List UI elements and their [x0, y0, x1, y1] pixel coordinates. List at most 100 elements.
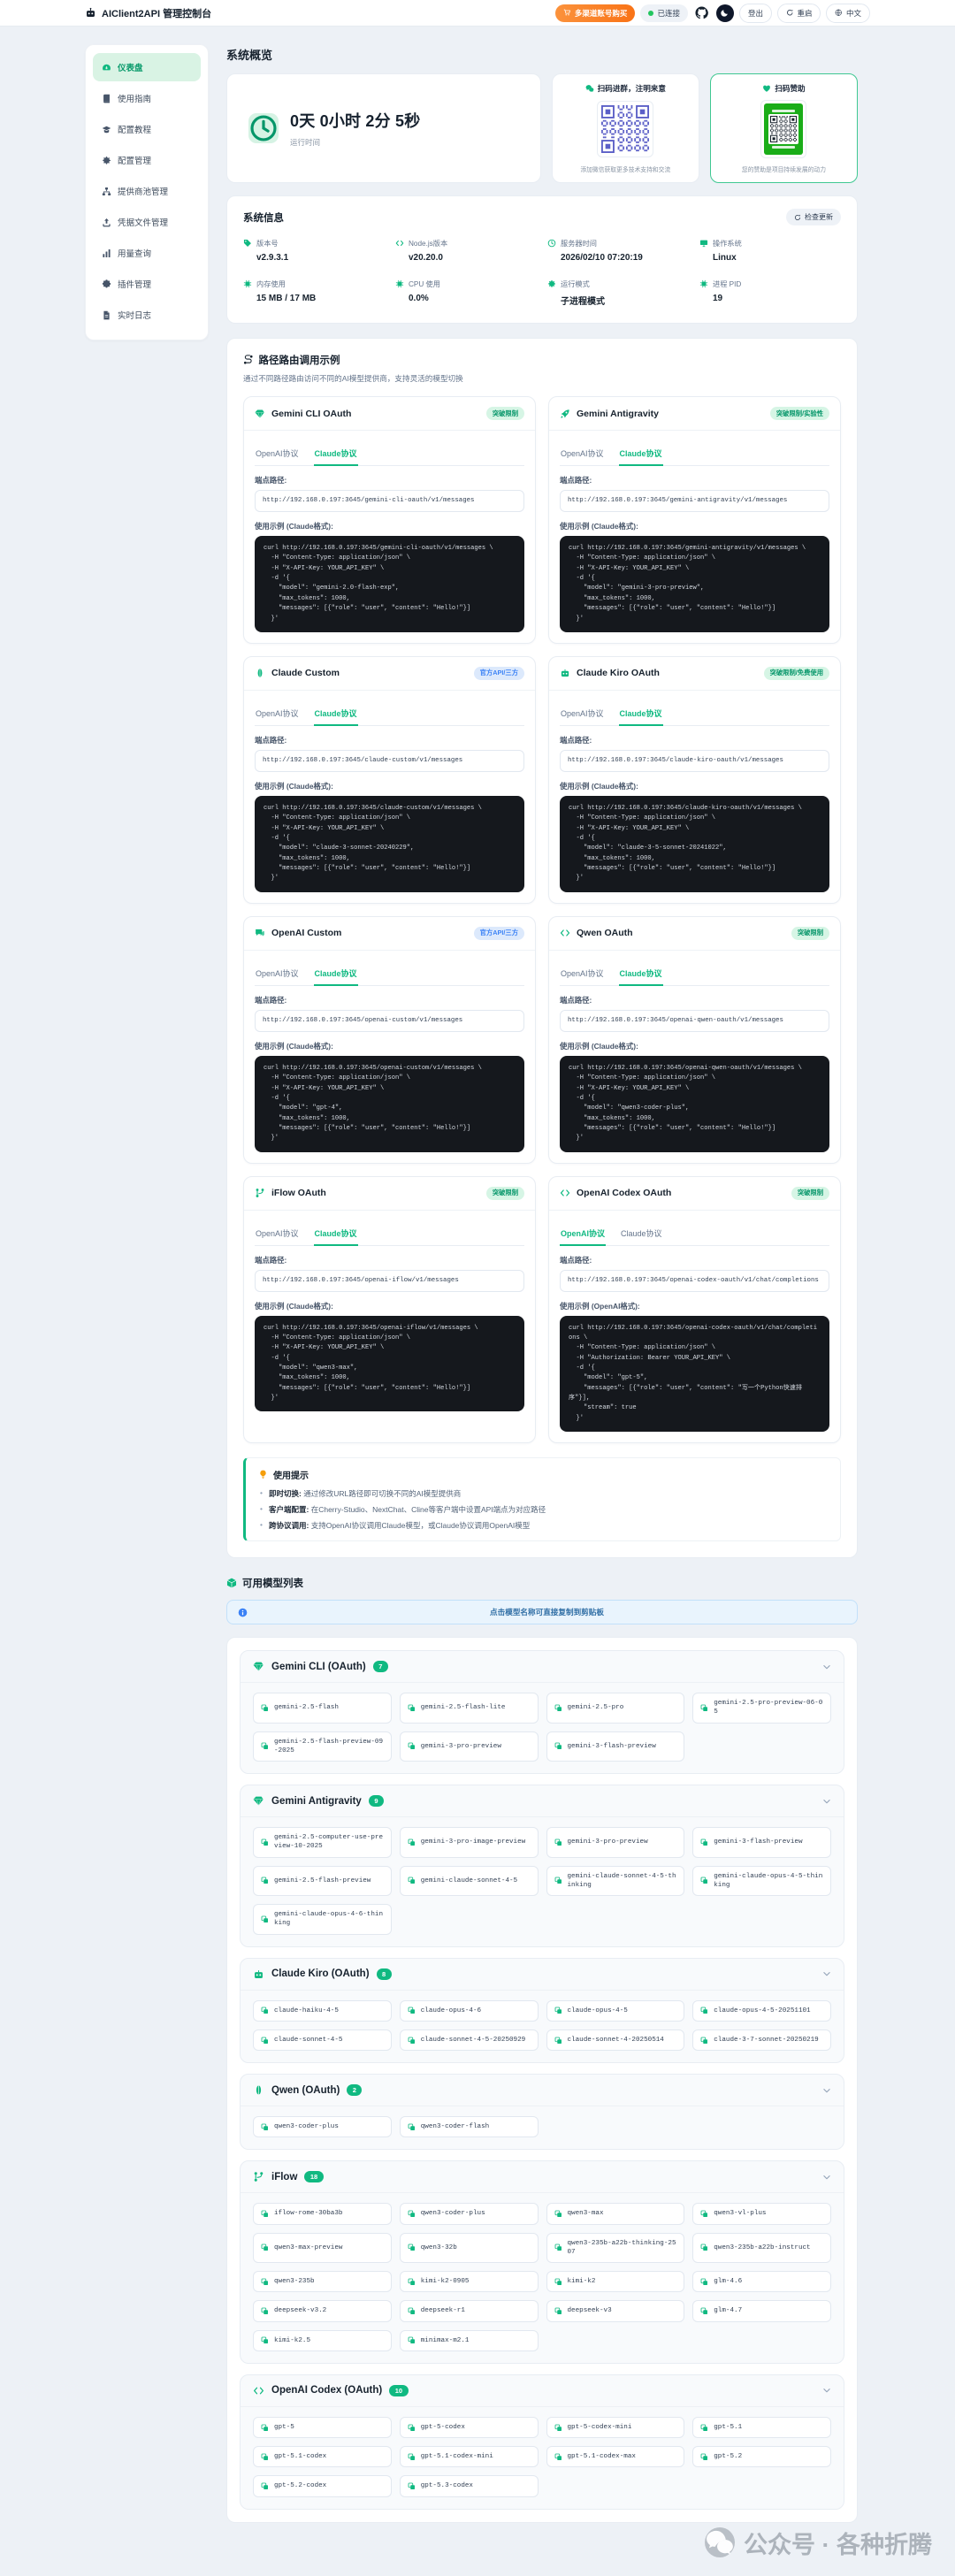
curl-example-code[interactable]: curl http://192.168.0.197:3645/openai-qw…	[560, 1055, 829, 1152]
model-chip[interactable]: gpt-5.1	[692, 2416, 831, 2439]
model-chip[interactable]: gemini-2.5-pro	[546, 1693, 685, 1724]
model-group-header[interactable]: OpenAI Codex (OAuth) 10	[241, 2375, 844, 2407]
curl-example-code[interactable]: curl http://192.168.0.197:3645/claude-ki…	[560, 795, 829, 892]
model-chip[interactable]: qwen3-max-preview	[253, 2232, 392, 2264]
model-chip[interactable]: deepseek-v3.2	[253, 2300, 392, 2322]
model-chip[interactable]: gemini-3-pro-preview	[399, 1731, 539, 1762]
sidebar-item-guide[interactable]: 使用指南	[93, 84, 201, 112]
model-chip[interactable]: qwen3-235b-a22b-instruct	[692, 2232, 831, 2264]
tab-claude-protocol[interactable]: Claude协议	[618, 703, 663, 726]
tab-openai-protocol[interactable]: OpenAI协议	[255, 443, 300, 466]
tab-openai-protocol[interactable]: OpenAI协议	[560, 963, 605, 986]
model-chip[interactable]: gpt-5.3-codex	[399, 2475, 539, 2497]
restart-button[interactable]: 重启	[776, 3, 821, 23]
endpoint-url[interactable]: http://192.168.0.197:3645/openai-qwen-oa…	[560, 1009, 829, 1032]
model-chip[interactable]: gemini-2.5-computer-use-preview-10-2025	[253, 1827, 392, 1858]
model-group-header[interactable]: Claude Kiro (OAuth) 8	[241, 1959, 844, 1991]
model-chip[interactable]: qwen3-32b	[399, 2232, 539, 2264]
sidebar-item-credentials[interactable]: 凭据文件管理	[93, 208, 201, 236]
curl-example-code[interactable]: curl http://192.168.0.197:3645/gemini-cl…	[255, 536, 524, 632]
model-chip[interactable]: gpt-5.2-codex	[253, 2475, 392, 2497]
sidebar-item-provider-pool[interactable]: 提供商池管理	[93, 177, 201, 205]
tab-claude-protocol[interactable]: Claude协议	[313, 443, 358, 466]
sidebar-item-dashboard[interactable]: 仪表盘	[93, 53, 201, 81]
curl-example-code[interactable]: curl http://192.168.0.197:3645/openai-co…	[560, 1315, 829, 1433]
model-chip[interactable]: qwen3-coder-plus	[253, 2116, 392, 2138]
model-group-header[interactable]: iFlow 18	[241, 2161, 844, 2194]
model-chip[interactable]: claude-3-7-sonnet-20250219	[692, 2029, 831, 2052]
tab-openai-protocol[interactable]: OpenAI协议	[255, 1223, 300, 1246]
model-chip[interactable]: iflow-rome-30ba3b	[253, 2203, 392, 2225]
model-chip[interactable]: gpt-5-codex	[399, 2416, 539, 2439]
endpoint-url[interactable]: http://192.168.0.197:3645/openai-custom/…	[255, 1009, 524, 1032]
model-chip[interactable]: minimax-m2.1	[399, 2329, 539, 2351]
tab-openai-protocol[interactable]: OpenAI协议	[255, 703, 300, 726]
model-chip[interactable]: qwen3-vl-plus	[692, 2203, 831, 2225]
model-chip[interactable]: gemini-2.5-flash-lite	[399, 1693, 539, 1724]
model-chip[interactable]: kimi-k2-0905	[399, 2271, 539, 2293]
logout-button[interactable]: 登出	[738, 3, 772, 23]
tab-claude-protocol[interactable]: Claude协议	[620, 1223, 663, 1246]
model-chip[interactable]: gemini-3-pro-preview	[546, 1827, 685, 1858]
sidebar-item-logs[interactable]: 实时日志	[93, 301, 201, 329]
model-chip[interactable]: deepseek-v3	[546, 2300, 685, 2322]
model-chip[interactable]: glm-4.7	[692, 2300, 831, 2322]
tab-openai-protocol[interactable]: OpenAI协议	[560, 443, 605, 466]
model-chip[interactable]: claude-sonnet-4-5-20250929	[399, 2029, 539, 2052]
model-chip[interactable]: glm-4.6	[692, 2271, 831, 2293]
sidebar-item-tutorial[interactable]: 配置教程	[93, 115, 201, 143]
endpoint-url[interactable]: http://192.168.0.197:3645/gemini-cli-oau…	[255, 490, 524, 513]
tab-openai-protocol[interactable]: OpenAI协议	[560, 703, 605, 726]
sidebar-item-usage[interactable]: 用量查询	[93, 239, 201, 267]
model-group-header[interactable]: Gemini Antigravity 9	[241, 1785, 844, 1818]
sidebar-item-plugins[interactable]: 插件管理	[93, 270, 201, 298]
model-chip[interactable]: gemini-claude-sonnet-4-5	[399, 1865, 539, 1897]
model-chip[interactable]: qwen3-coder-flash	[399, 2116, 539, 2138]
model-chip[interactable]: gemini-3-pro-image-preview	[399, 1827, 539, 1858]
model-chip[interactable]: gemini-claude-sonnet-4-5-thinking	[546, 1865, 685, 1897]
model-chip[interactable]: qwen3-max	[546, 2203, 685, 2225]
model-chip[interactable]: claude-opus-4-5-20251101	[692, 1999, 831, 2022]
model-chip[interactable]: gemini-claude-opus-4-6-thinking	[253, 1904, 392, 1935]
tab-claude-protocol[interactable]: Claude协议	[313, 963, 358, 986]
tab-openai-protocol[interactable]: OpenAI协议	[255, 963, 300, 986]
model-chip[interactable]: gemini-2.5-pro-preview-06-05	[692, 1693, 831, 1724]
model-chip[interactable]: gpt-5	[253, 2416, 392, 2439]
endpoint-url[interactable]: http://192.168.0.197:3645/openai-codex-o…	[560, 1269, 829, 1292]
model-group-header[interactable]: Qwen (OAuth) 2	[241, 2075, 844, 2107]
endpoint-url[interactable]: http://192.168.0.197:3645/claude-custom/…	[255, 749, 524, 772]
theme-toggle-button[interactable]	[715, 4, 734, 22]
model-chip[interactable]: gemini-3-flash-preview	[692, 1827, 831, 1858]
model-chip[interactable]: claude-opus-4-6	[399, 1999, 539, 2022]
model-group-header[interactable]: Gemini CLI (OAuth) 7	[241, 1651, 844, 1684]
buy-accounts-button[interactable]: 多渠道账号购买	[555, 4, 636, 22]
model-chip[interactable]: gpt-5.1-codex-mini	[399, 2446, 539, 2468]
curl-example-code[interactable]: curl http://192.168.0.197:3645/openai-if…	[255, 1315, 524, 1412]
model-chip[interactable]: gemini-2.5-flash	[253, 1693, 392, 1724]
model-chip[interactable]: gpt-5.1-codex-max	[546, 2446, 685, 2468]
tab-claude-protocol[interactable]: Claude协议	[618, 963, 663, 986]
endpoint-url[interactable]: http://192.168.0.197:3645/openai-iflow/v…	[255, 1269, 524, 1292]
curl-example-code[interactable]: curl http://192.168.0.197:3645/gemini-an…	[560, 536, 829, 632]
tab-openai-protocol[interactable]: OpenAI协议	[560, 1223, 607, 1246]
endpoint-url[interactable]: http://192.168.0.197:3645/claude-kiro-oa…	[560, 749, 829, 772]
model-chip[interactable]: gpt-5.1-codex	[253, 2446, 392, 2468]
curl-example-code[interactable]: curl http://192.168.0.197:3645/claude-cu…	[255, 795, 524, 892]
tab-claude-protocol[interactable]: Claude协议	[313, 1223, 358, 1246]
model-chip[interactable]: kimi-k2	[546, 2271, 685, 2293]
model-chip[interactable]: claude-haiku-4-5	[253, 1999, 392, 2022]
copy-hint-banner[interactable]: 点击模型名称可直接复制到剪贴板	[226, 1600, 858, 1625]
check-update-button[interactable]: 检查更新	[786, 209, 841, 225]
model-chip[interactable]: claude-sonnet-4-20250514	[546, 2029, 685, 2052]
model-chip[interactable]: gemini-2.5-flash-preview	[253, 1865, 392, 1897]
model-chip[interactable]: gemini-2.5-flash-preview-09-2025	[253, 1731, 392, 1762]
github-button[interactable]	[693, 4, 711, 22]
model-chip[interactable]: qwen3-235b	[253, 2271, 392, 2293]
endpoint-url[interactable]: http://192.168.0.197:3645/gemini-antigra…	[560, 490, 829, 513]
model-chip[interactable]: deepseek-r1	[399, 2300, 539, 2322]
model-chip[interactable]: gpt-5-codex-mini	[546, 2416, 685, 2439]
model-chip[interactable]: gemini-3-flash-preview	[546, 1731, 685, 1762]
model-chip[interactable]: claude-sonnet-4-5	[253, 2029, 392, 2052]
model-chip[interactable]: gemini-claude-opus-4-5-thinking	[692, 1865, 831, 1897]
language-button[interactable]: 中文	[826, 3, 870, 23]
